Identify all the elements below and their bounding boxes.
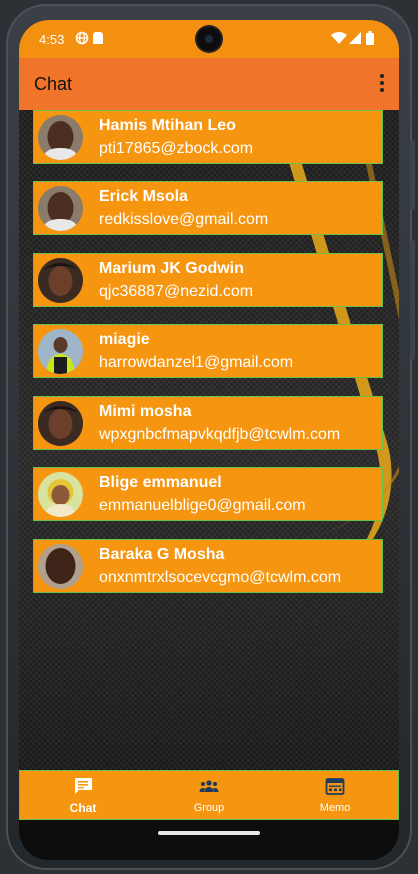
front-camera xyxy=(197,27,221,51)
home-indicator[interactable] xyxy=(158,831,260,835)
calendar-icon xyxy=(325,778,345,795)
contact-name: Blige emmanuel xyxy=(99,474,222,491)
nav-label-group: Group xyxy=(193,802,225,814)
avatar xyxy=(38,258,83,303)
contact-name: Mimi mosha xyxy=(99,403,192,420)
chat-icon xyxy=(75,778,92,794)
contact-name: Marium JK Godwin xyxy=(99,260,244,277)
contact-email: qjc36887@nezid.com xyxy=(99,283,254,300)
nav-item-chat[interactable]: Chat xyxy=(20,771,146,819)
sd-card-icon xyxy=(93,32,103,44)
volume-button xyxy=(410,240,415,360)
nav-label-memo: Memo xyxy=(319,802,351,814)
status-bar: 4:53 xyxy=(19,20,399,58)
battery-icon xyxy=(366,31,374,45)
page-title: Chat xyxy=(34,74,73,94)
avatar xyxy=(38,544,83,589)
avatar xyxy=(38,115,83,160)
power-button xyxy=(410,140,415,210)
contact-name: miagie xyxy=(99,331,150,348)
contact-email: pti17865@zbock.com xyxy=(99,140,254,157)
bottom-navigation: Chat Group Memo xyxy=(19,770,399,820)
contact-item[interactable]: Erick Msola redkisslove@gmail.com xyxy=(33,181,383,235)
contact-item[interactable]: Blige emmanuel emmanuelblige0@gmail.com xyxy=(33,467,383,521)
overflow-menu-icon[interactable] xyxy=(375,72,389,94)
wifi-icon xyxy=(331,31,347,44)
avatar xyxy=(38,186,83,231)
contact-name: Baraka G Mosha xyxy=(99,546,225,563)
device-screen: 4:53 Chat Hamis Mtihan Leo pti17865@zboc… xyxy=(19,20,399,860)
nav-item-group[interactable]: Group xyxy=(146,771,272,819)
nav-item-memo[interactable]: Memo xyxy=(272,771,398,819)
contact-item[interactable]: Hamis Mtihan Leo pti17865@zbock.com xyxy=(33,110,383,164)
avatar xyxy=(38,472,83,517)
avatar xyxy=(38,329,83,374)
contact-email: emmanuelblige0@gmail.com xyxy=(99,497,306,514)
contact-name: Hamis Mtihan Leo xyxy=(99,117,236,134)
contact-name: Erick Msola xyxy=(99,188,188,205)
gesture-bar xyxy=(19,820,399,860)
vpn-globe-icon xyxy=(75,31,89,45)
contact-item[interactable]: Mimi mosha wpxgnbcfmapvkqdfjb@tcwlm.com xyxy=(33,396,383,450)
status-time: 4:53 xyxy=(39,32,65,47)
contact-email: harrowdanzel1@gmail.com xyxy=(99,354,294,371)
contact-email: onxnmtrxlsocevcgmo@tcwlm.com xyxy=(99,569,342,586)
nav-label-chat: Chat xyxy=(69,801,97,815)
avatar xyxy=(38,401,83,446)
signal-icon xyxy=(349,32,361,44)
contact-email: wpxgnbcfmapvkqdfjb@tcwlm.com xyxy=(99,426,341,443)
contact-item[interactable]: Baraka G Mosha onxnmtrxlsocevcgmo@tcwlm.… xyxy=(33,539,383,593)
contact-list[interactable]: Hamis Mtihan Leo pti17865@zbock.com Eric… xyxy=(19,110,399,770)
contact-item[interactable]: miagie harrowdanzel1@gmail.com xyxy=(33,324,383,378)
group-icon xyxy=(199,780,219,792)
contact-item[interactable]: Marium JK Godwin qjc36887@nezid.com xyxy=(33,253,383,307)
app-bar: Chat xyxy=(19,58,399,110)
contact-email: redkisslove@gmail.com xyxy=(99,211,269,228)
